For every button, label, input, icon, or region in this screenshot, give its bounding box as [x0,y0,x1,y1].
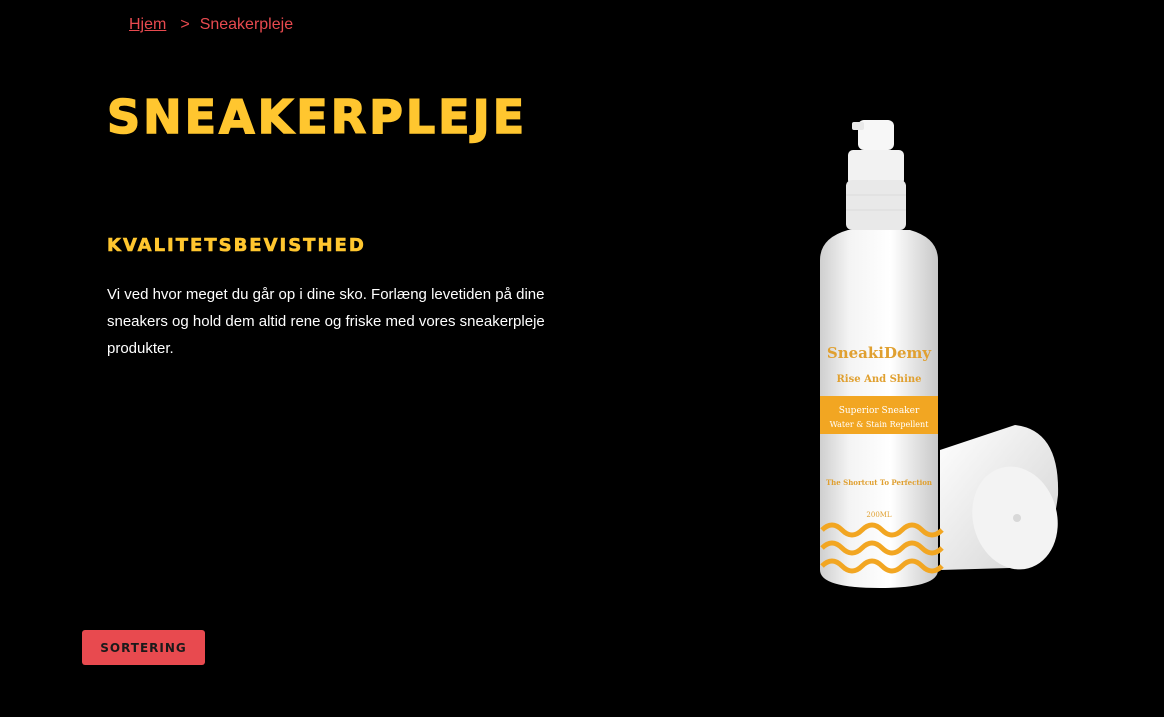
label-line2-text: Water & Stain Repellent [830,420,930,429]
tagline-text: Rise And Shine [836,374,921,385]
label-line1-text: Superior Sneaker [839,406,920,416]
slogan-text: The Shortcut To Perfection [826,478,932,487]
spray-nozzle [846,120,906,230]
category-description: Vi ved hvor meget du går op i dine sko. … [107,286,545,357]
page: Hjem > Sneakerpleje SNEAKERPLEJE KVALITE… [0,0,1164,717]
page-title: SNEAKERPLEJE [106,90,528,144]
volume-text: 200ML [866,511,892,519]
breadcrumb-separator: > [180,16,190,33]
breadcrumb-current: Sneakerpleje [199,16,294,33]
section-title: KVALITETSBEVISTHED [107,235,366,257]
product-image: SneakiDemy Rise And Shine Superior Sneak… [820,120,1059,588]
sort-button[interactable]: SORTERING [82,630,205,665]
bottle-cap [940,425,1059,570]
breadcrumb: Hjem > Sneakerpleje [129,16,293,34]
breadcrumb-home-link[interactable]: Hjem [129,16,166,34]
brand-text: SneakiDemy [827,344,933,362]
